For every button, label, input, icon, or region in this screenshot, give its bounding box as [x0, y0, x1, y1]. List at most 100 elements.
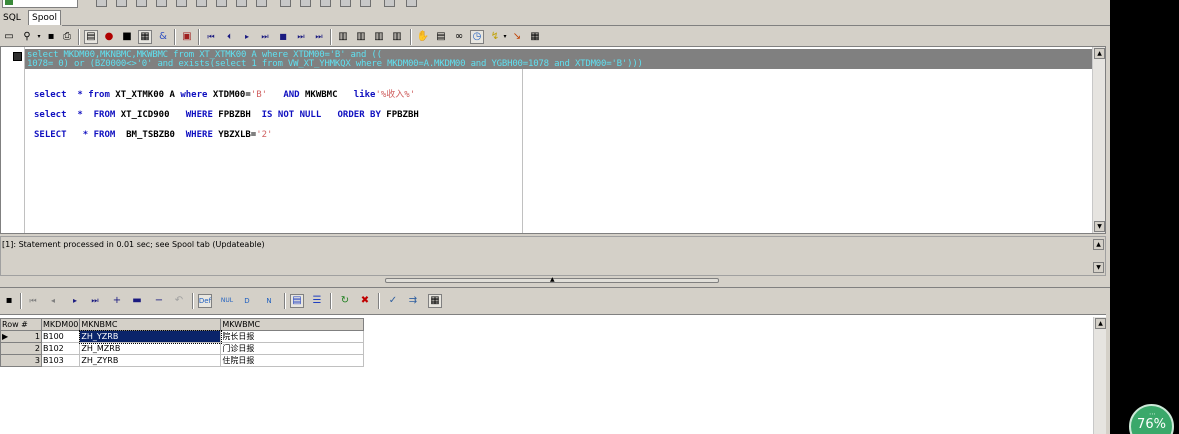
table-cell[interactable]: 院长日报 — [220, 330, 365, 343]
date-icon[interactable]: D — [240, 294, 254, 308]
toolbar-icon[interactable] — [300, 0, 311, 7]
first-icon[interactable]: ⏮ — [204, 30, 218, 44]
scroll-down-icon[interactable]: ▼ — [1093, 262, 1104, 273]
last-record-icon[interactable]: ⏭ — [88, 294, 102, 308]
scroll-up-icon[interactable]: ▲ — [1095, 318, 1106, 329]
table-cell[interactable]: ZH_MZRB — [79, 342, 222, 355]
chevron-down-icon[interactable]: ▾ — [502, 30, 508, 44]
table-cell[interactable]: B100 — [40, 330, 81, 343]
scroll-up-icon[interactable]: ▲ — [1093, 239, 1104, 250]
cancel-icon[interactable]: ✖ — [358, 294, 372, 308]
export-icon[interactable]: ▥ — [372, 30, 386, 44]
clock-icon[interactable]: ◷ — [470, 30, 484, 44]
row-number[interactable]: 3 — [0, 354, 42, 367]
row-number[interactable]: ▶ 1 — [0, 330, 42, 343]
toolbar-icon[interactable] — [176, 0, 187, 7]
new-icon[interactable]: ▭ — [2, 30, 16, 44]
column-header[interactable]: MKNBMC — [79, 318, 222, 331]
brush-icon[interactable]: ↯ — [488, 30, 502, 44]
toolbar-icon[interactable] — [156, 0, 167, 7]
scroll-down-icon[interactable]: ▼ — [1094, 221, 1105, 232]
next-icon[interactable]: ▸ — [240, 30, 254, 44]
toolbar-icon[interactable] — [406, 0, 417, 7]
table-row[interactable]: 3 B103 ZH_ZYRB 住院日报 — [0, 354, 365, 367]
add-row-icon[interactable]: + — [110, 294, 124, 308]
table-cell[interactable]: B102 — [40, 342, 81, 355]
toolbar-icon[interactable] — [320, 0, 331, 7]
binoculars-icon[interactable]: ∞ — [452, 30, 466, 44]
hand-icon[interactable]: ✋ — [416, 30, 430, 44]
delete-row-icon[interactable]: − — [152, 294, 166, 308]
default-icon[interactable]: Def — [198, 294, 212, 308]
record-icon[interactable]: ▣ — [180, 30, 194, 44]
toolbar-icon[interactable] — [236, 0, 247, 7]
prev-icon[interactable]: ⏴ — [222, 30, 236, 44]
next-page-icon[interactable]: ⏭ — [258, 30, 272, 44]
table-cell[interactable]: ZH_ZYRB — [79, 354, 222, 367]
commit-icon[interactable]: ▥ — [336, 30, 350, 44]
toolbar-icon[interactable] — [116, 0, 127, 7]
refresh-icon[interactable]: ↻ — [338, 294, 352, 308]
tab-sql[interactable]: SQL — [0, 10, 25, 25]
spellcheck-icon[interactable]: ✓ — [386, 294, 400, 308]
sql-icon[interactable]: & — [156, 30, 170, 44]
export-data-icon[interactable]: ⇉ — [406, 294, 420, 308]
find-icon[interactable]: ⚲ — [20, 30, 34, 44]
save-icon[interactable]: ▪ — [44, 30, 58, 44]
results-grid[interactable]: Row # MKDM00 MKNBMC MKWBMC ▶ 1 B100 ZH_YZ… — [0, 314, 1106, 434]
rollback-icon[interactable]: ▥ — [354, 30, 368, 44]
condition: XTDM00= — [212, 90, 251, 100]
scroll-up-icon[interactable]: ▲ — [1094, 48, 1105, 59]
first-record-icon[interactable]: ⏮ — [26, 294, 40, 308]
document-icon[interactable]: ▤ — [434, 30, 448, 44]
table-cell-selected[interactable]: ZH_YZRB — [78, 329, 222, 344]
explain-icon[interactable]: ▤ — [84, 30, 98, 44]
chevron-down-icon[interactable]: ▾ — [36, 30, 42, 44]
condition: YBZXLB= — [218, 130, 257, 140]
stop-icon[interactable]: ■ — [120, 30, 134, 44]
form-view-icon[interactable]: ☰ — [310, 294, 324, 308]
column-header[interactable]: MKDM00 — [40, 318, 81, 331]
grid-icon[interactable]: ▦ — [138, 30, 152, 44]
table-icon[interactable]: ▦ — [528, 30, 542, 44]
connection-combo[interactable] — [2, 0, 78, 8]
grid-scrollbar[interactable]: ▲ — [1093, 317, 1106, 434]
arrow-icon[interactable]: ↘ — [510, 30, 524, 44]
toolbar-icon[interactable] — [384, 0, 395, 7]
editor-scrollbar[interactable]: ▲ ▼ — [1092, 47, 1105, 233]
toolbar-icon[interactable] — [360, 0, 371, 7]
table-cell[interactable]: B103 — [40, 354, 81, 367]
chevron-up-icon[interactable]: ▲ — [550, 277, 555, 283]
undo-icon[interactable]: ↶ — [172, 294, 186, 308]
import-icon[interactable]: ▥ — [390, 30, 404, 44]
column-header[interactable]: Row # — [0, 318, 42, 331]
toolbar-icon[interactable] — [196, 0, 207, 7]
sql-editor[interactable]: select MKDM00,MKNBMC,MKWBMC from XT_XTMK… — [0, 46, 1106, 234]
grid-save-icon[interactable]: ▪ — [2, 294, 16, 308]
toolbar-icon[interactable] — [280, 0, 291, 7]
row-number[interactable]: 2 — [0, 342, 42, 355]
run-icon[interactable]: ● — [102, 30, 116, 44]
fetch-icon[interactable]: ⏭ — [294, 30, 308, 44]
next-record-icon[interactable]: ▸ — [68, 294, 82, 308]
toolbar-icon[interactable] — [136, 0, 147, 7]
table-row[interactable]: ▶ 1 B100 ZH_YZRB 院长日报 — [0, 329, 365, 344]
table-cell[interactable]: 门诊日报 — [220, 342, 365, 355]
grid-edit-icon[interactable]: ▬ — [130, 294, 144, 308]
column-header[interactable]: MKWBMC — [220, 318, 365, 331]
prev-record-icon[interactable]: ◂ — [46, 294, 60, 308]
grid-view-icon[interactable]: ▤ — [290, 294, 304, 308]
toolbar-icon[interactable] — [96, 0, 107, 7]
toolbar-icon[interactable] — [216, 0, 227, 7]
table-row[interactable]: 2 B102 ZH_MZRB 门诊日报 — [0, 342, 365, 355]
print-icon[interactable]: ⎙ — [60, 30, 74, 44]
null-icon[interactable]: NUL — [220, 294, 234, 308]
toolbar-icon[interactable] — [256, 0, 267, 7]
table-icon[interactable]: ▦ — [428, 294, 442, 308]
tab-spool[interactable]: Spool — [28, 10, 61, 25]
last-icon[interactable]: ■ — [276, 30, 290, 44]
table-cell[interactable]: 住院日报 — [220, 354, 365, 367]
number-icon[interactable]: N — [262, 294, 276, 308]
fetch-all-icon[interactable]: ⏭ — [312, 30, 326, 44]
toolbar-icon[interactable] — [340, 0, 351, 7]
